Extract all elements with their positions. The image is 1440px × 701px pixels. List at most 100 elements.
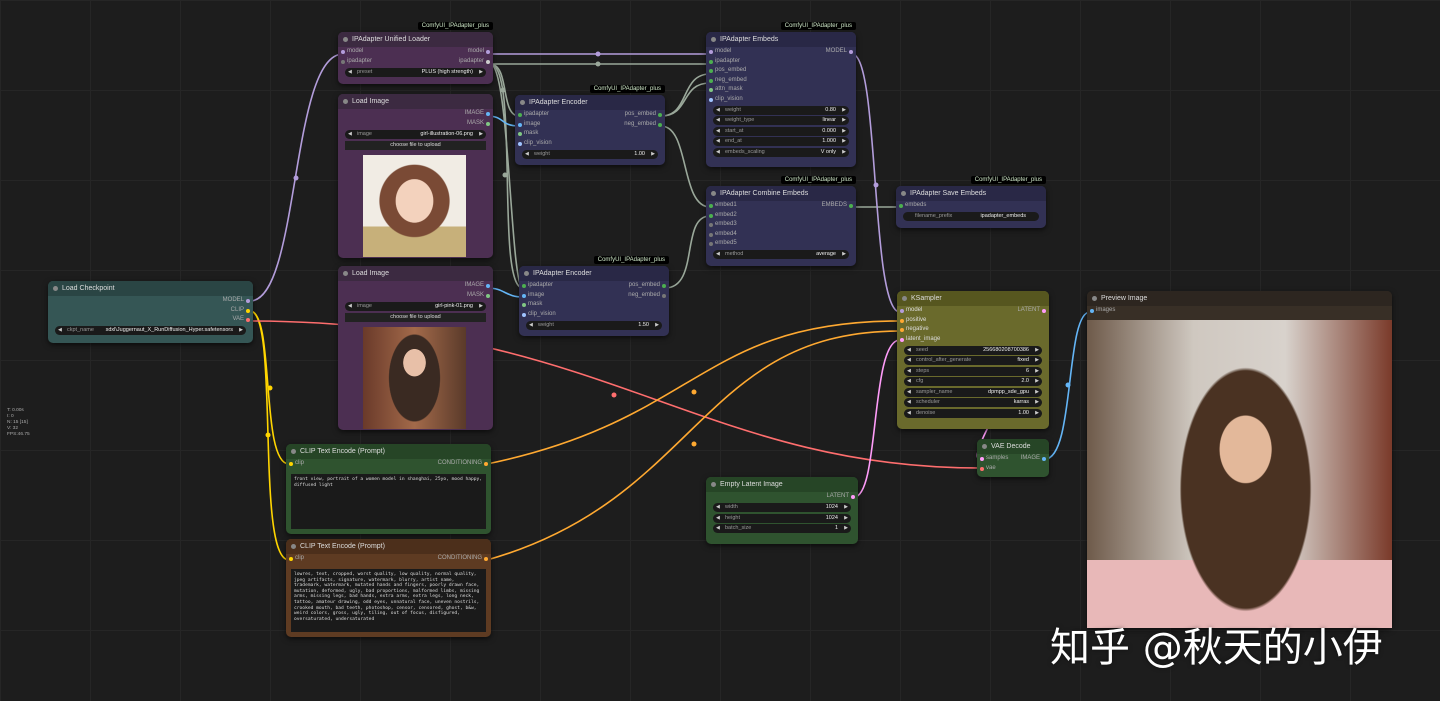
slot-neg-embed[interactable]: neg_embed	[706, 76, 856, 86]
slot-clip[interactable]: clip CONDITIONING	[286, 459, 491, 469]
node-clip-text-encode-negative[interactable]: CLIP Text Encode (Prompt) clip CONDITIONI…	[286, 539, 491, 637]
slot-clip-vision[interactable]: clip_vision	[519, 310, 669, 320]
slot-ipadapter[interactable]: ipadapter pos_embed	[515, 110, 665, 120]
slot-samples[interactable]: samples IMAGE	[977, 454, 1049, 464]
width-input[interactable]: width1024	[713, 503, 851, 512]
output-image[interactable]: IMAGE	[338, 109, 493, 119]
node-load-checkpoint[interactable]: Load Checkpoint MODEL CLIP VAE ckpt_name…	[48, 281, 253, 343]
node-clip-text-encode-positive[interactable]: CLIP Text Encode (Prompt) clip CONDITIONI…	[286, 444, 491, 534]
node-title[interactable]: Load Image	[338, 266, 493, 281]
node-preview-image[interactable]: Preview Image images	[1087, 291, 1392, 628]
slot-vae[interactable]: vae	[977, 464, 1049, 474]
method-combo[interactable]: methodaverage	[713, 250, 849, 259]
upload-button[interactable]: choose file to upload	[345, 140, 486, 150]
image-combo[interactable]: imagegirl-pink-01.png	[345, 301, 486, 311]
node-ipadapter-combine-embeds[interactable]: ComfyUI_IPAdapter_plus IPAdapter Combine…	[706, 176, 856, 266]
batch-size-input[interactable]: batch_size1	[713, 524, 851, 533]
slot-image[interactable]: image neg_embed	[519, 291, 669, 301]
slot-embed4[interactable]: embed4	[706, 230, 856, 240]
slot-model[interactable]: model model	[338, 47, 493, 57]
node-empty-latent-image[interactable]: Empty Latent Image LATENT width1024 heig…	[706, 477, 858, 544]
slot-ipadapter[interactable]: ipadapter ipadapter	[338, 57, 493, 67]
slot-embed2[interactable]: embed2	[706, 211, 856, 221]
node-load-image-2[interactable]: Load Image IMAGE MASK imagegirl-pink-01.…	[338, 266, 493, 430]
sampler-name-combo[interactable]: sampler_namedpmpp_sde_gpu	[904, 387, 1042, 397]
slot-attn-mask[interactable]: attn_mask	[706, 85, 856, 95]
node-load-image-1[interactable]: Load Image IMAGE MASK imagegirl-illustra…	[338, 94, 493, 258]
weight-slider[interactable]: weight1.00	[522, 149, 658, 159]
slot-model[interactable]: model LATENT	[897, 306, 1049, 316]
positive-prompt-textarea[interactable]: front view, portrait of a women model in…	[291, 474, 486, 529]
node-title[interactable]: KSampler	[897, 291, 1049, 306]
preset-combo[interactable]: presetPLUS (high strength)	[345, 67, 486, 77]
slot-mask[interactable]: mask	[519, 300, 669, 310]
slot-images[interactable]: images	[1087, 306, 1392, 316]
slot-clip-vision[interactable]: clip_vision	[515, 139, 665, 149]
node-ipadapter-embeds[interactable]: ComfyUI_IPAdapter_plus IPAdapter Embeds …	[706, 22, 856, 167]
node-title[interactable]: Empty Latent Image	[706, 477, 858, 492]
node-title[interactable]: IPAdapter Embeds	[706, 32, 856, 47]
node-title[interactable]: IPAdapter Encoder	[515, 95, 665, 110]
wire-enc2-pos	[664, 215, 711, 289]
start-at-slider[interactable]: start_at0.000	[713, 126, 849, 136]
slot-pos-embed[interactable]: pos_embed	[706, 66, 856, 76]
node-title[interactable]: Load Checkpoint	[48, 281, 253, 296]
cfg-input[interactable]: cfg2.0	[904, 377, 1042, 386]
seed-input[interactable]: seed256680208700386	[904, 345, 1042, 355]
node-title[interactable]: CLIP Text Encode (Prompt)	[286, 539, 491, 554]
control-after-generate-combo[interactable]: control_after_generatefixed	[904, 356, 1042, 365]
node-title[interactable]: IPAdapter Combine Embeds	[706, 186, 856, 201]
slot-embed5[interactable]: embed5	[706, 239, 856, 249]
negative-prompt-textarea[interactable]: lowres, text, cropped, worst quality, lo…	[291, 569, 486, 632]
scheduler-combo[interactable]: schedulerkarras	[904, 398, 1042, 407]
slot-ipadapter[interactable]: ipadapter pos_embed	[519, 281, 669, 291]
node-title[interactable]: IPAdapter Encoder	[519, 266, 669, 281]
node-ipadapter-unified-loader[interactable]: ComfyUI_IPAdapter_plus IPAdapter Unified…	[338, 22, 493, 84]
node-ipadapter-encoder-2[interactable]: ComfyUI_IPAdapter_plus IPAdapter Encoder…	[519, 256, 669, 336]
node-ipadapter-save-embeds[interactable]: ComfyUI_IPAdapter_plus IPAdapter Save Em…	[896, 176, 1046, 228]
wire-enc1-b	[660, 82, 711, 117]
ckpt-name-combo[interactable]: ckpt_name sdxl\Juggernaut_X_RunDiffusion…	[55, 326, 246, 335]
output-latent[interactable]: LATENT	[706, 492, 858, 502]
embeds-scaling-combo[interactable]: embeds_scalingV only	[713, 147, 849, 157]
slot-model[interactable]: model MODEL	[706, 47, 856, 57]
output-mask[interactable]: MASK	[338, 119, 493, 129]
output-vae[interactable]: VAE	[48, 315, 253, 325]
filename-prefix-input[interactable]: filename_prefix ipadapter_embeds	[903, 212, 1039, 221]
slot-embed3[interactable]: embed3	[706, 220, 856, 230]
denoise-input[interactable]: denoise1.00	[904, 408, 1042, 418]
slot-latent-image[interactable]: latent_image	[897, 335, 1049, 345]
slot-ipadapter[interactable]: ipadapter	[706, 57, 856, 67]
slot-mask[interactable]: mask	[515, 129, 665, 139]
node-title[interactable]: CLIP Text Encode (Prompt)	[286, 444, 491, 459]
slot-embed1[interactable]: embed1 EMBEDS	[706, 201, 856, 211]
node-title[interactable]: VAE Decode	[977, 439, 1049, 454]
node-vae-decode[interactable]: VAE Decode samples IMAGE vae	[977, 439, 1049, 477]
image-combo[interactable]: imagegirl-illustration-06.png	[345, 129, 486, 139]
height-input[interactable]: height1024	[713, 513, 851, 523]
generated-image-preview[interactable]	[1087, 320, 1392, 628]
slot-clip-vision[interactable]: clip_vision	[706, 95, 856, 105]
output-image[interactable]: IMAGE	[338, 281, 493, 291]
node-title[interactable]: Preview Image	[1087, 291, 1392, 306]
slot-embeds[interactable]: embeds	[896, 201, 1046, 211]
steps-input[interactable]: steps6	[904, 366, 1042, 376]
upload-button[interactable]: choose file to upload	[345, 312, 486, 322]
slot-image[interactable]: image neg_embed	[515, 120, 665, 130]
node-badge: ComfyUI_IPAdapter_plus	[589, 85, 665, 93]
slot-negative[interactable]: negative	[897, 325, 1049, 335]
node-ipadapter-encoder-1[interactable]: ComfyUI_IPAdapter_plus IPAdapter Encoder…	[515, 85, 665, 165]
node-ksampler[interactable]: KSampler model LATENT positive negative l…	[897, 291, 1049, 429]
node-title[interactable]: IPAdapter Save Embeds	[896, 186, 1046, 201]
weight-type-combo[interactable]: weight_typelinear	[713, 116, 849, 125]
output-mask[interactable]: MASK	[338, 291, 493, 301]
weight-slider[interactable]: weight1.50	[526, 320, 662, 330]
weight-slider[interactable]: weight0.80	[713, 105, 849, 115]
output-model[interactable]: MODEL	[48, 296, 253, 306]
slot-positive[interactable]: positive	[897, 316, 1049, 326]
node-title[interactable]: Load Image	[338, 94, 493, 109]
slot-clip[interactable]: clip CONDITIONING	[286, 554, 491, 564]
node-title[interactable]: IPAdapter Unified Loader	[338, 32, 493, 47]
end-at-slider[interactable]: end_at1.000	[713, 137, 849, 146]
output-clip[interactable]: CLIP	[48, 306, 253, 316]
